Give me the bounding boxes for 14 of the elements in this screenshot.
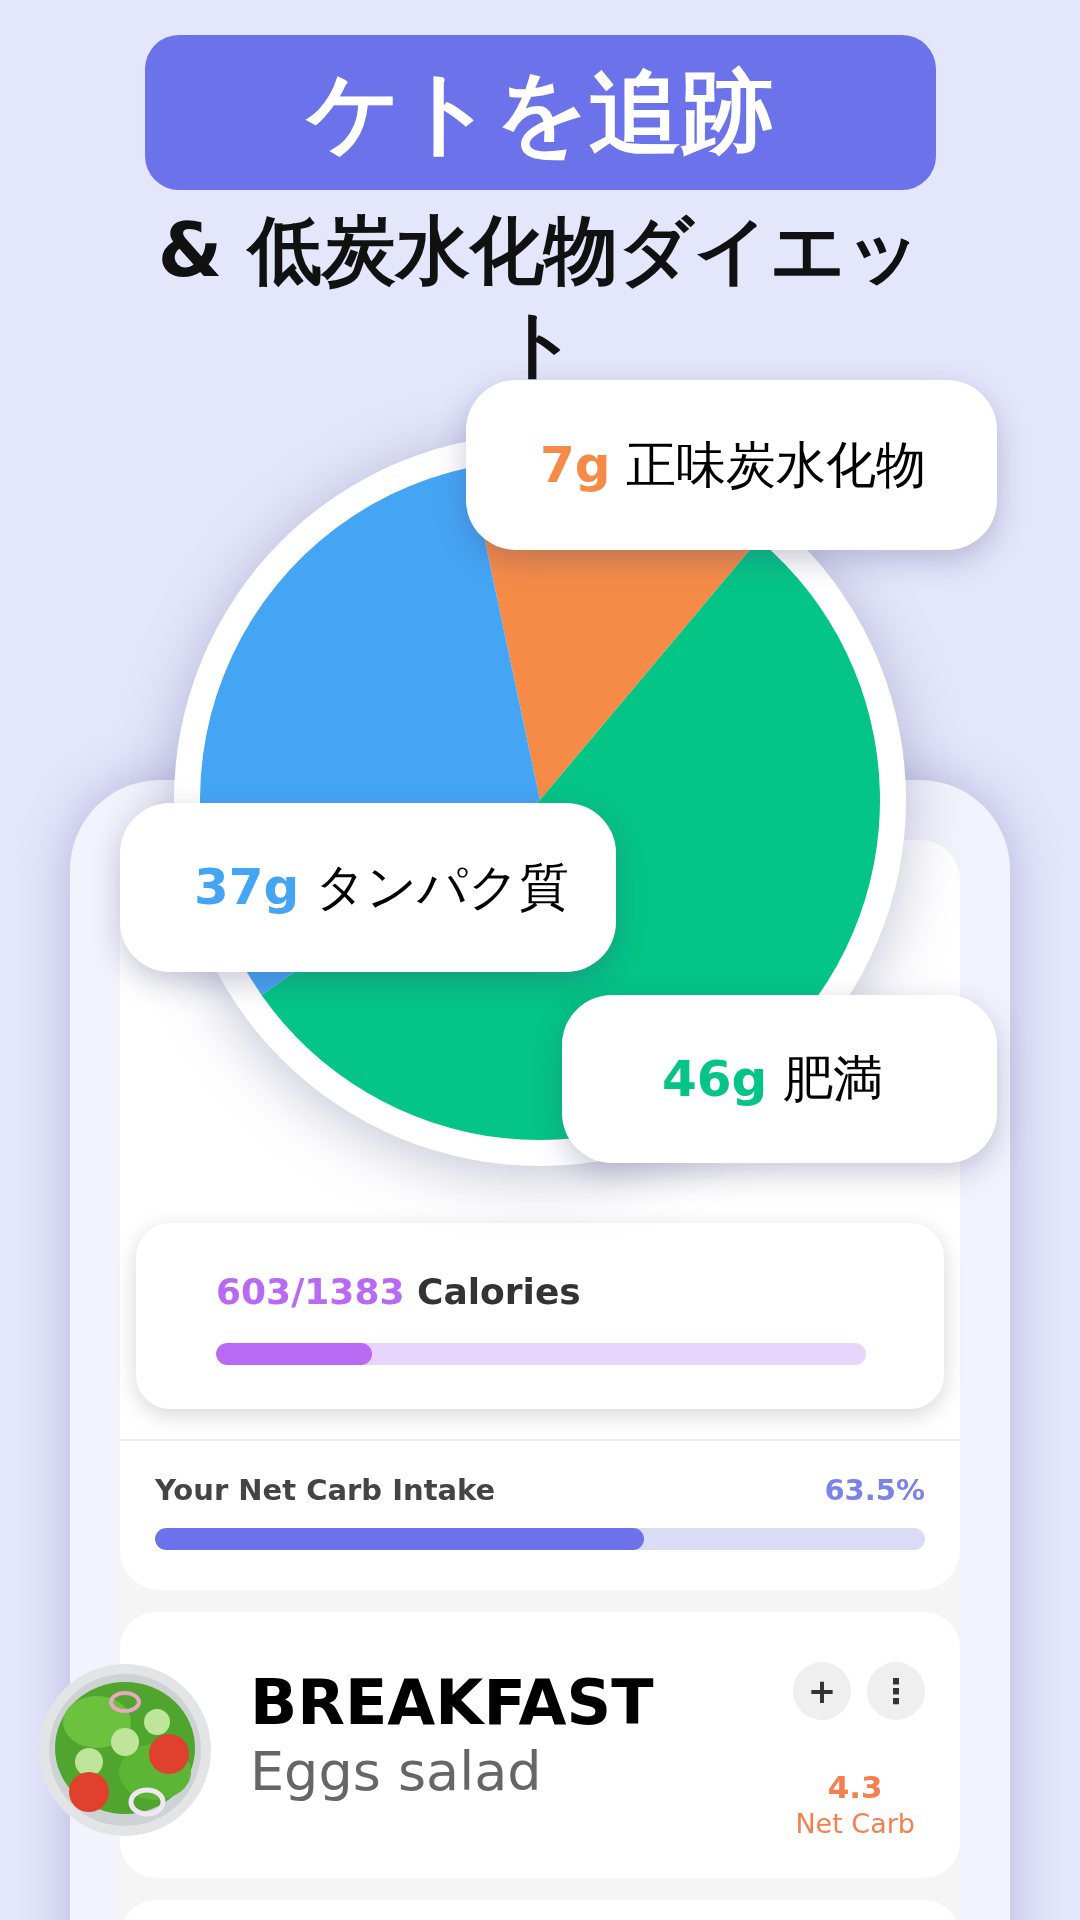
macro-text: 7g 正味炭水化物	[540, 434, 927, 496]
dish-name: Eggs salad	[250, 1740, 543, 1806]
net-carb-label: Net Carb	[795, 1807, 915, 1842]
subheadline: & 低炭水化物ダイエット	[156, 206, 924, 388]
more-button[interactable]: ⋮	[867, 1662, 925, 1720]
macro-text: 37g タンパク質	[194, 857, 570, 918]
macro-text: 46g 肥満	[662, 1048, 884, 1110]
net-carb-label: Your Net Carb Intake	[155, 1471, 496, 1509]
calories-text: 603/1383 Calories	[216, 1269, 582, 1314]
add-button[interactable]: +	[793, 1662, 851, 1720]
net-carb-value: 4.3	[826, 1770, 884, 1805]
net-carb-percent: 63.5%	[824, 1471, 925, 1509]
meal-title: BREAKFAST	[250, 1666, 654, 1741]
headline: ケトを追跡	[144, 35, 936, 190]
